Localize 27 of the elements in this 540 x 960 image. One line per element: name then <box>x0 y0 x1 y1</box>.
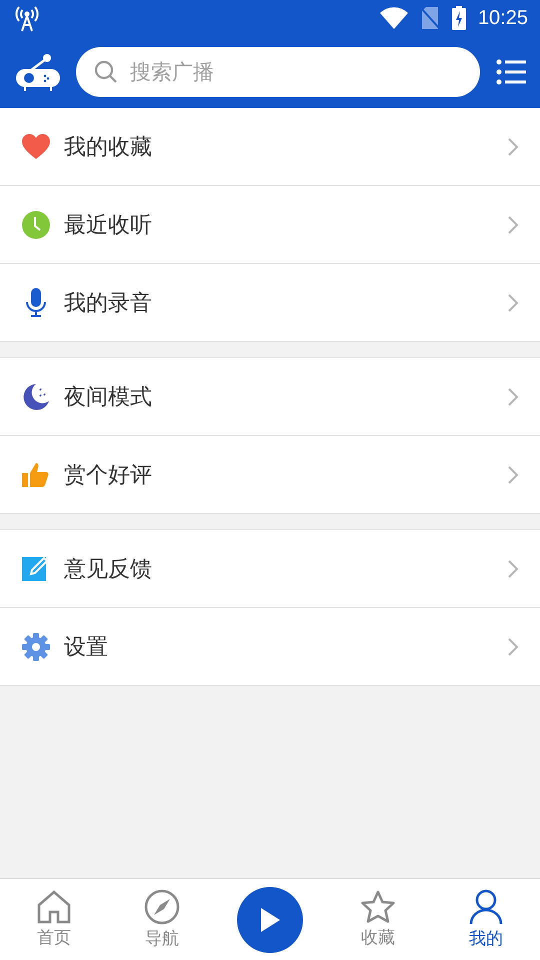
clock-icon <box>22 210 50 238</box>
star-icon <box>360 890 396 924</box>
chevron-right-icon <box>508 560 518 578</box>
moon-icon <box>22 382 50 410</box>
no-sim-icon <box>420 6 440 30</box>
chevron-right-icon <box>508 466 518 484</box>
menu-icon[interactable] <box>496 59 526 85</box>
search-icon <box>94 60 118 84</box>
search-bar[interactable]: 搜索广播 <box>76 47 480 97</box>
search-field[interactable]: 搜索广播 <box>128 59 462 85</box>
chevron-right-icon <box>508 216 518 234</box>
chevron-right-icon <box>508 638 518 656</box>
radio-icon <box>16 53 60 91</box>
nav-tab[interactable]: 我的 <box>469 927 503 950</box>
user-icon <box>469 889 503 925</box>
thumbs-up-icon <box>22 460 50 488</box>
home-icon <box>37 890 71 924</box>
heart-icon <box>22 134 50 160</box>
compass-icon <box>144 889 180 925</box>
battery-charging-icon <box>452 6 466 30</box>
wifi-icon <box>380 7 408 29</box>
chevron-right-icon <box>508 294 518 312</box>
status-time: 10:25 <box>478 6 528 30</box>
signal-tower-icon <box>14 4 40 32</box>
chevron-right-icon <box>508 388 518 406</box>
chevron-right-icon <box>508 138 518 156</box>
play-icon <box>259 906 281 932</box>
